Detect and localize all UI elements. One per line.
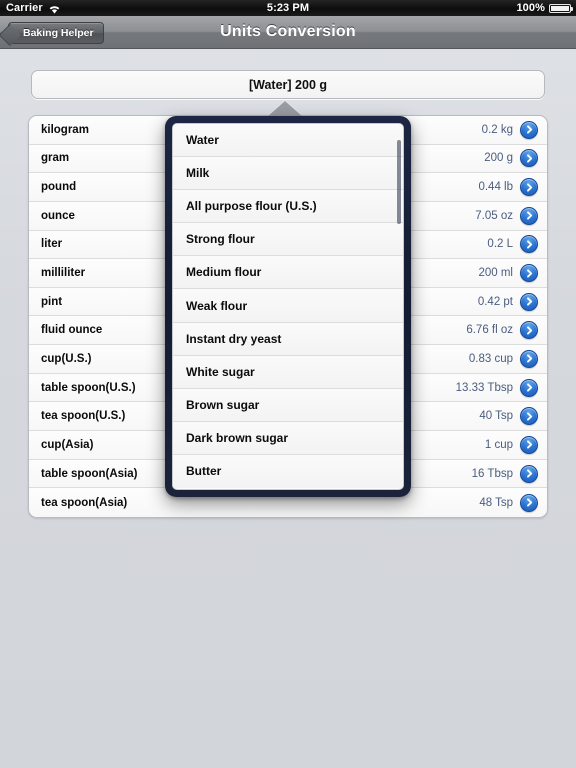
ingredient-label: Milk: [186, 166, 210, 181]
list-item[interactable]: Instant dry yeast: [173, 322, 403, 356]
list-item[interactable]: White sugar: [173, 355, 403, 389]
list-item[interactable]: Medium flour: [173, 256, 403, 290]
chevron-right-icon[interactable]: [520, 464, 538, 483]
list-item[interactable]: Strong flour: [173, 223, 403, 257]
ingredient-label: Medium flour: [186, 265, 262, 280]
chevron-right-icon[interactable]: [520, 407, 538, 426]
unit-value: 200 ml: [478, 267, 513, 280]
chevron-right-icon[interactable]: [520, 435, 538, 454]
ingredient-label: Weak flour: [186, 298, 248, 313]
app-root: Carrier 5:23 PM 100% Baking Helper Units…: [0, 0, 576, 768]
navigation-bar: Baking Helper Units Conversion: [0, 16, 576, 49]
list-item[interactable]: Butter: [173, 454, 403, 489]
ingredient-list: Water Milk All purpose flour (U.S.) Stro…: [172, 123, 404, 490]
list-item[interactable]: Dark brown sugar: [173, 421, 403, 455]
unit-value: 1 cup: [484, 438, 513, 451]
page-title: Units Conversion: [220, 23, 356, 40]
ingredient-label: Instant dry yeast: [186, 331, 282, 346]
clock-label: 5:23 PM: [266, 2, 310, 14]
unit-value: 6.76 fl oz: [466, 324, 513, 337]
ingredient-label: Brown sugar: [186, 397, 260, 412]
unit-value: 7.05 oz: [475, 209, 513, 222]
ingredient-label: Water: [186, 133, 219, 148]
unit-value: 0.2 L: [487, 238, 513, 251]
unit-value: 48 Tsp: [479, 496, 513, 509]
list-item[interactable]: Brown sugar: [173, 388, 403, 422]
ingredient-label: Strong flour: [186, 232, 255, 247]
battery-percent-label: 100%: [516, 2, 545, 14]
chevron-right-icon[interactable]: [520, 292, 538, 311]
ingredient-label: Butter: [186, 464, 222, 479]
chevron-right-icon[interactable]: [520, 349, 538, 368]
status-bar-right: 100%: [516, 2, 573, 14]
chevron-right-icon[interactable]: [520, 206, 538, 225]
ingredient-label: All purpose flour (U.S.): [186, 199, 317, 214]
ingredient-label: White sugar: [186, 364, 255, 379]
selected-ingredient-label: [Water] 200 g: [248, 77, 328, 92]
back-button[interactable]: Baking Helper: [8, 22, 104, 44]
list-item[interactable]: All purpose flour (U.S.): [173, 190, 403, 224]
back-button-label: Baking Helper: [23, 27, 94, 39]
unit-value: 200 g: [484, 152, 513, 165]
popover-scrollbar[interactable]: [397, 140, 401, 224]
unit-value: 0.83 cup: [468, 352, 513, 365]
list-item[interactable]: Water: [173, 124, 403, 158]
chevron-right-icon[interactable]: [520, 493, 538, 512]
unit-label: tea spoon(Asia): [41, 496, 128, 509]
ingredient-label: Dark brown sugar: [186, 430, 289, 445]
chevron-right-icon[interactable]: [520, 264, 538, 283]
chevron-right-icon[interactable]: [520, 178, 538, 197]
battery-icon: [549, 3, 573, 13]
unit-value: 0.2 kg: [481, 123, 513, 136]
list-item[interactable]: Weak flour: [173, 289, 403, 323]
unit-value: 13.33 Tbsp: [455, 381, 513, 394]
chevron-right-icon[interactable]: [520, 120, 538, 139]
list-item[interactable]: Milk: [173, 157, 403, 191]
chevron-right-icon[interactable]: [520, 149, 538, 168]
popover-arrow-icon: [268, 101, 302, 116]
unit-value: 0.42 pt: [477, 295, 513, 308]
ingredient-popover: Water Milk All purpose flour (U.S.) Stro…: [165, 116, 411, 497]
chevron-right-icon[interactable]: [520, 378, 538, 397]
unit-value: 40 Tsp: [479, 410, 513, 423]
status-bar: Carrier 5:23 PM 100%: [0, 0, 576, 16]
unit-value: 0.44 lb: [478, 181, 513, 194]
chevron-right-icon[interactable]: [520, 321, 538, 340]
selected-ingredient-field[interactable]: [Water] 200 g: [31, 70, 545, 99]
unit-value: 16 Tbsp: [471, 467, 513, 480]
chevron-right-icon[interactable]: [520, 235, 538, 254]
